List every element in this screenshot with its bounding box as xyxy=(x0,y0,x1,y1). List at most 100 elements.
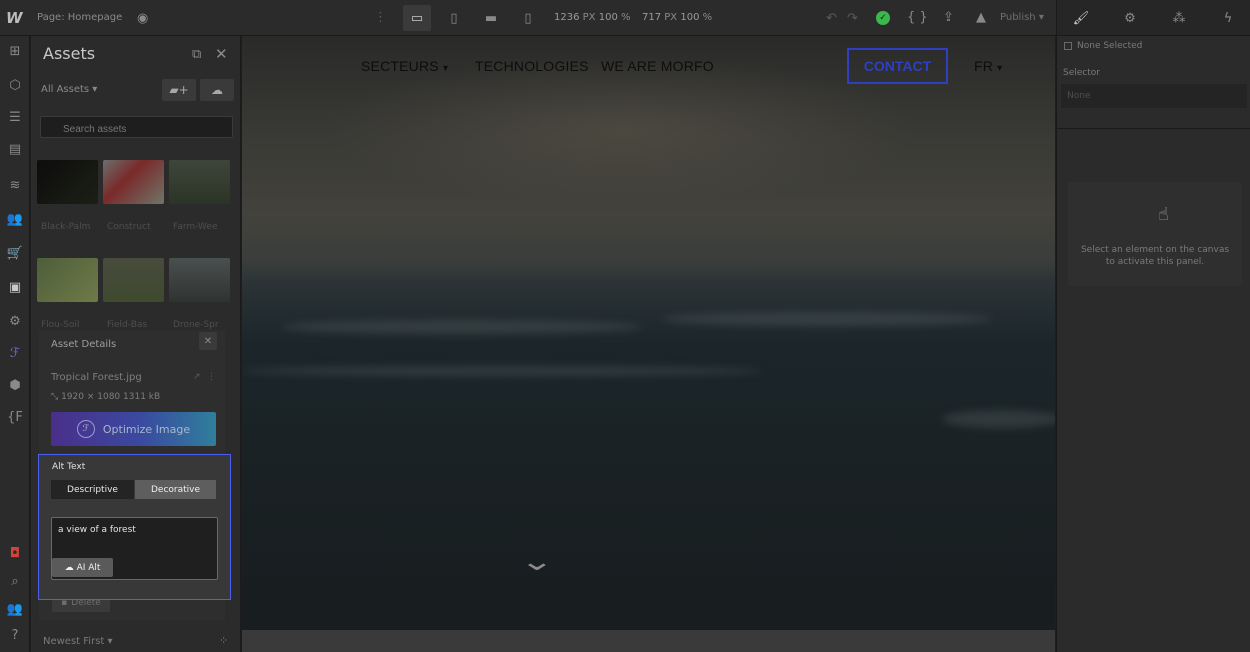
close-panel-icon[interactable]: ✕ xyxy=(215,45,228,63)
asset-file-name: Tropical Forest.jpg xyxy=(51,372,142,383)
checkbox-icon xyxy=(1064,42,1072,50)
canvas-height-readout[interactable]: 717 PX 100 % xyxy=(642,12,712,23)
webflow-logo[interactable]: W xyxy=(6,9,23,27)
alt-text-section: Alt Text Descriptive Decorative a view o… xyxy=(38,454,231,600)
team-icon[interactable]: 👥 xyxy=(5,600,25,618)
mist-layer xyxy=(242,366,762,376)
selector-input[interactable]: None xyxy=(1061,84,1247,108)
undo-icon[interactable]: ↶ xyxy=(826,11,837,26)
eye-icon[interactable]: ◉ xyxy=(137,11,148,26)
search-icon[interactable]: ⌕ xyxy=(5,572,25,590)
chevron-down-icon: ▾ xyxy=(997,63,1003,74)
lightning-tab-icon[interactable]: ϟ xyxy=(1204,8,1250,28)
share-icon[interactable]: ⇪ xyxy=(943,10,954,25)
language-selector[interactable]: FR ▾ xyxy=(974,58,1002,74)
tab-decorative[interactable]: Decorative xyxy=(135,480,216,499)
assets-icon[interactable]: ▣ xyxy=(5,278,25,296)
record-icon[interactable]: ◘ xyxy=(5,544,25,562)
language-label: FR xyxy=(974,58,994,74)
redo-icon[interactable]: ↷ xyxy=(847,11,858,26)
interactions-tab-icon[interactable]: ⁂ xyxy=(1155,8,1203,28)
asset-filter-dropdown[interactable]: All Assets ▾ xyxy=(41,84,97,95)
asset-file-size: 1311 kB xyxy=(123,392,161,402)
navigator-icon[interactable]: ☰ xyxy=(5,108,25,126)
canvas-width-readout[interactable]: 1236 PX 100 % xyxy=(554,12,631,23)
help-icon[interactable]: ? xyxy=(5,626,25,644)
asset-thumbnail[interactable] xyxy=(37,160,98,204)
sort-dropdown[interactable]: Newest First ▾ xyxy=(43,636,113,647)
asset-thumbnail[interactable] xyxy=(103,258,164,302)
mist-layer xyxy=(942,410,1055,428)
nav-we-are-morfo[interactable]: WE ARE MORFO xyxy=(601,58,714,74)
page-selector[interactable]: Page: Homepage xyxy=(37,12,122,23)
nav-technologies[interactable]: TECHNOLOGIES xyxy=(475,58,589,74)
width-value: 1236 xyxy=(554,12,580,23)
asset-thumbnail[interactable] xyxy=(169,160,230,204)
mist-layer xyxy=(282,320,642,334)
library-icon[interactable]: ⬢ xyxy=(5,376,25,394)
filter-label: All Assets xyxy=(41,84,90,95)
add-elements-icon[interactable]: ⊞ xyxy=(5,42,25,60)
optimize-label: Optimize Image xyxy=(102,422,191,436)
optimize-image-button[interactable]: ℱ Optimize Image xyxy=(51,412,216,446)
thumbnail-caption: Black-Palm xyxy=(41,222,91,232)
cloud-icon: ☁ xyxy=(64,562,74,573)
settings-tab-gear-icon[interactable]: ⚙ xyxy=(1106,8,1154,28)
asset-thumbnail[interactable] xyxy=(169,258,230,302)
breakpoint-tablet-icon[interactable]: ▯ xyxy=(440,5,468,31)
nav-secteurs-label: SECTEURS xyxy=(361,58,439,74)
more-vertical-icon[interactable]: ⋮ xyxy=(207,372,216,382)
breakpoint-landscape-icon[interactable]: ▬ xyxy=(477,5,505,31)
new-folder-button[interactable]: ▰+ xyxy=(162,79,196,101)
upload-button[interactable]: ☁ xyxy=(200,79,234,101)
height-value: 717 xyxy=(642,12,662,23)
breakpoint-desktop-icon[interactable]: ▭ xyxy=(403,5,431,31)
users-icon[interactable]: 👥 xyxy=(5,210,25,228)
webflow-designer: W Page: Homepage ◉ ⋮ ▭ ▯ ▬ ▯ 1236 PX 100… xyxy=(0,0,1250,652)
design-canvas[interactable]: SECTEURS ▾ TECHNOLOGIES WE ARE MORFO CON… xyxy=(242,36,1055,630)
nav-secteurs[interactable]: SECTEURS ▾ xyxy=(361,58,448,74)
code-icon[interactable]: { } xyxy=(907,10,928,25)
variables-icon[interactable]: {F xyxy=(5,408,25,426)
ai-alt-button[interactable]: ☁ AI Alt xyxy=(52,558,113,577)
pointer-hand-icon: ☝ xyxy=(1158,204,1169,225)
more-vertical-icon[interactable]: ⋮ xyxy=(374,10,387,25)
optimize-icon: ℱ xyxy=(76,420,95,438)
asset-thumbnail[interactable] xyxy=(37,258,98,302)
tab-descriptive[interactable]: Descriptive xyxy=(51,480,134,499)
cms-icon[interactable]: ≋ xyxy=(5,176,25,194)
close-icon[interactable]: ✕ xyxy=(199,332,217,350)
none-selected-label: None Selected xyxy=(1077,41,1143,51)
thumbnail-caption: Construct xyxy=(107,222,151,232)
folder-add-icon: ▰+ xyxy=(169,83,189,97)
external-link-icon[interactable]: ↗ xyxy=(193,372,201,382)
contact-button[interactable]: CONTACT xyxy=(847,48,948,84)
search-assets-input[interactable] xyxy=(40,116,233,138)
sky-glow xyxy=(322,56,922,206)
height-zoom-unit: % xyxy=(702,12,713,23)
alt-text-label: Alt Text xyxy=(52,462,86,472)
expand-panel-icon[interactable]: ⧉ xyxy=(192,47,201,62)
pages-icon[interactable]: ▤ xyxy=(5,140,25,158)
thumbnail-caption: Farm-Wee xyxy=(173,222,218,232)
settings-icon[interactable]: ⚙ xyxy=(5,312,25,330)
thumbnail-caption: Field-Bas xyxy=(107,320,148,330)
ecommerce-icon[interactable]: 🛒 xyxy=(5,244,25,262)
components-icon[interactable]: ⬡ xyxy=(5,76,25,94)
warning-icon[interactable]: ▲ xyxy=(976,10,986,25)
height-unit: PX xyxy=(664,12,678,23)
breakpoint-mobile-icon[interactable]: ▯ xyxy=(514,5,542,31)
canvas-footer-strip xyxy=(242,630,1055,652)
asset-thumbnail[interactable] xyxy=(103,160,164,204)
style-tab-brush-icon[interactable]: 🖌 xyxy=(1057,8,1105,28)
empty-state-message: Select an element on the canvas to activ… xyxy=(1080,245,1230,267)
width-unit: PX xyxy=(582,12,596,23)
height-zoom: 100 xyxy=(680,12,700,23)
grid-view-icon[interactable]: ⁘ xyxy=(219,634,228,647)
publish-button[interactable]: Publish ▾ xyxy=(1000,12,1044,23)
scroll-down-chevron-icon[interactable]: ⌄ xyxy=(519,547,554,577)
selector-label: Selector xyxy=(1063,68,1100,78)
apps-icon[interactable]: ℱ xyxy=(5,344,25,362)
asset-meta: ⤡ 1920 × 1080 1311 kB xyxy=(51,392,160,402)
thumbnail-caption: Flou-Soil xyxy=(41,320,80,330)
